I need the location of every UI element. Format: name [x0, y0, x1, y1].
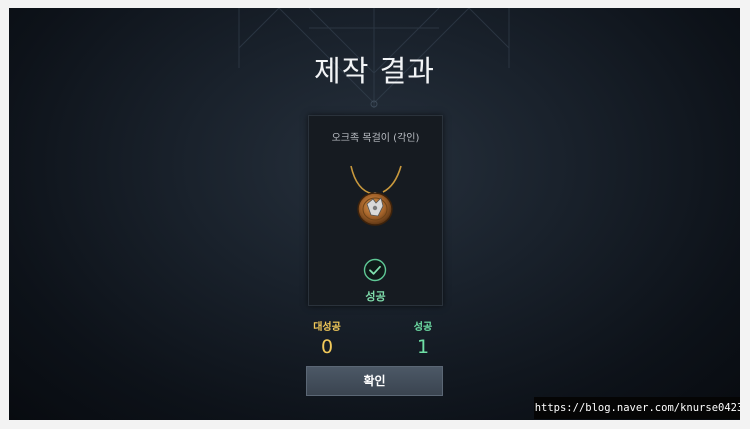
- success-stat: 성공 1: [393, 318, 453, 358]
- result-status-label: 성공: [365, 290, 386, 303]
- success-label: 성공: [413, 322, 433, 333]
- item-name: 오크족 목걸이 (각인): [331, 133, 420, 144]
- great-success-stat: 대성공 0: [297, 318, 357, 358]
- crafting-result-screen: 제작 결과 오크족 목걸이 (각인) 성공 대성공 0 성공 1 확인 http…: [9, 8, 740, 420]
- result-card: 오크족 목걸이 (각인) 성공: [308, 115, 443, 306]
- confirm-button[interactable]: 확인: [306, 366, 443, 396]
- watermark-url: https://blog.naver.com/knurse0423: [534, 397, 740, 419]
- great-success-label: 대성공: [313, 322, 341, 333]
- necklace-icon: [350, 165, 402, 226]
- success-count: 1: [416, 336, 430, 358]
- great-success-count: 0: [320, 336, 334, 358]
- page-title: 제작 결과: [314, 54, 435, 88]
- check-circle-icon: [363, 258, 387, 282]
